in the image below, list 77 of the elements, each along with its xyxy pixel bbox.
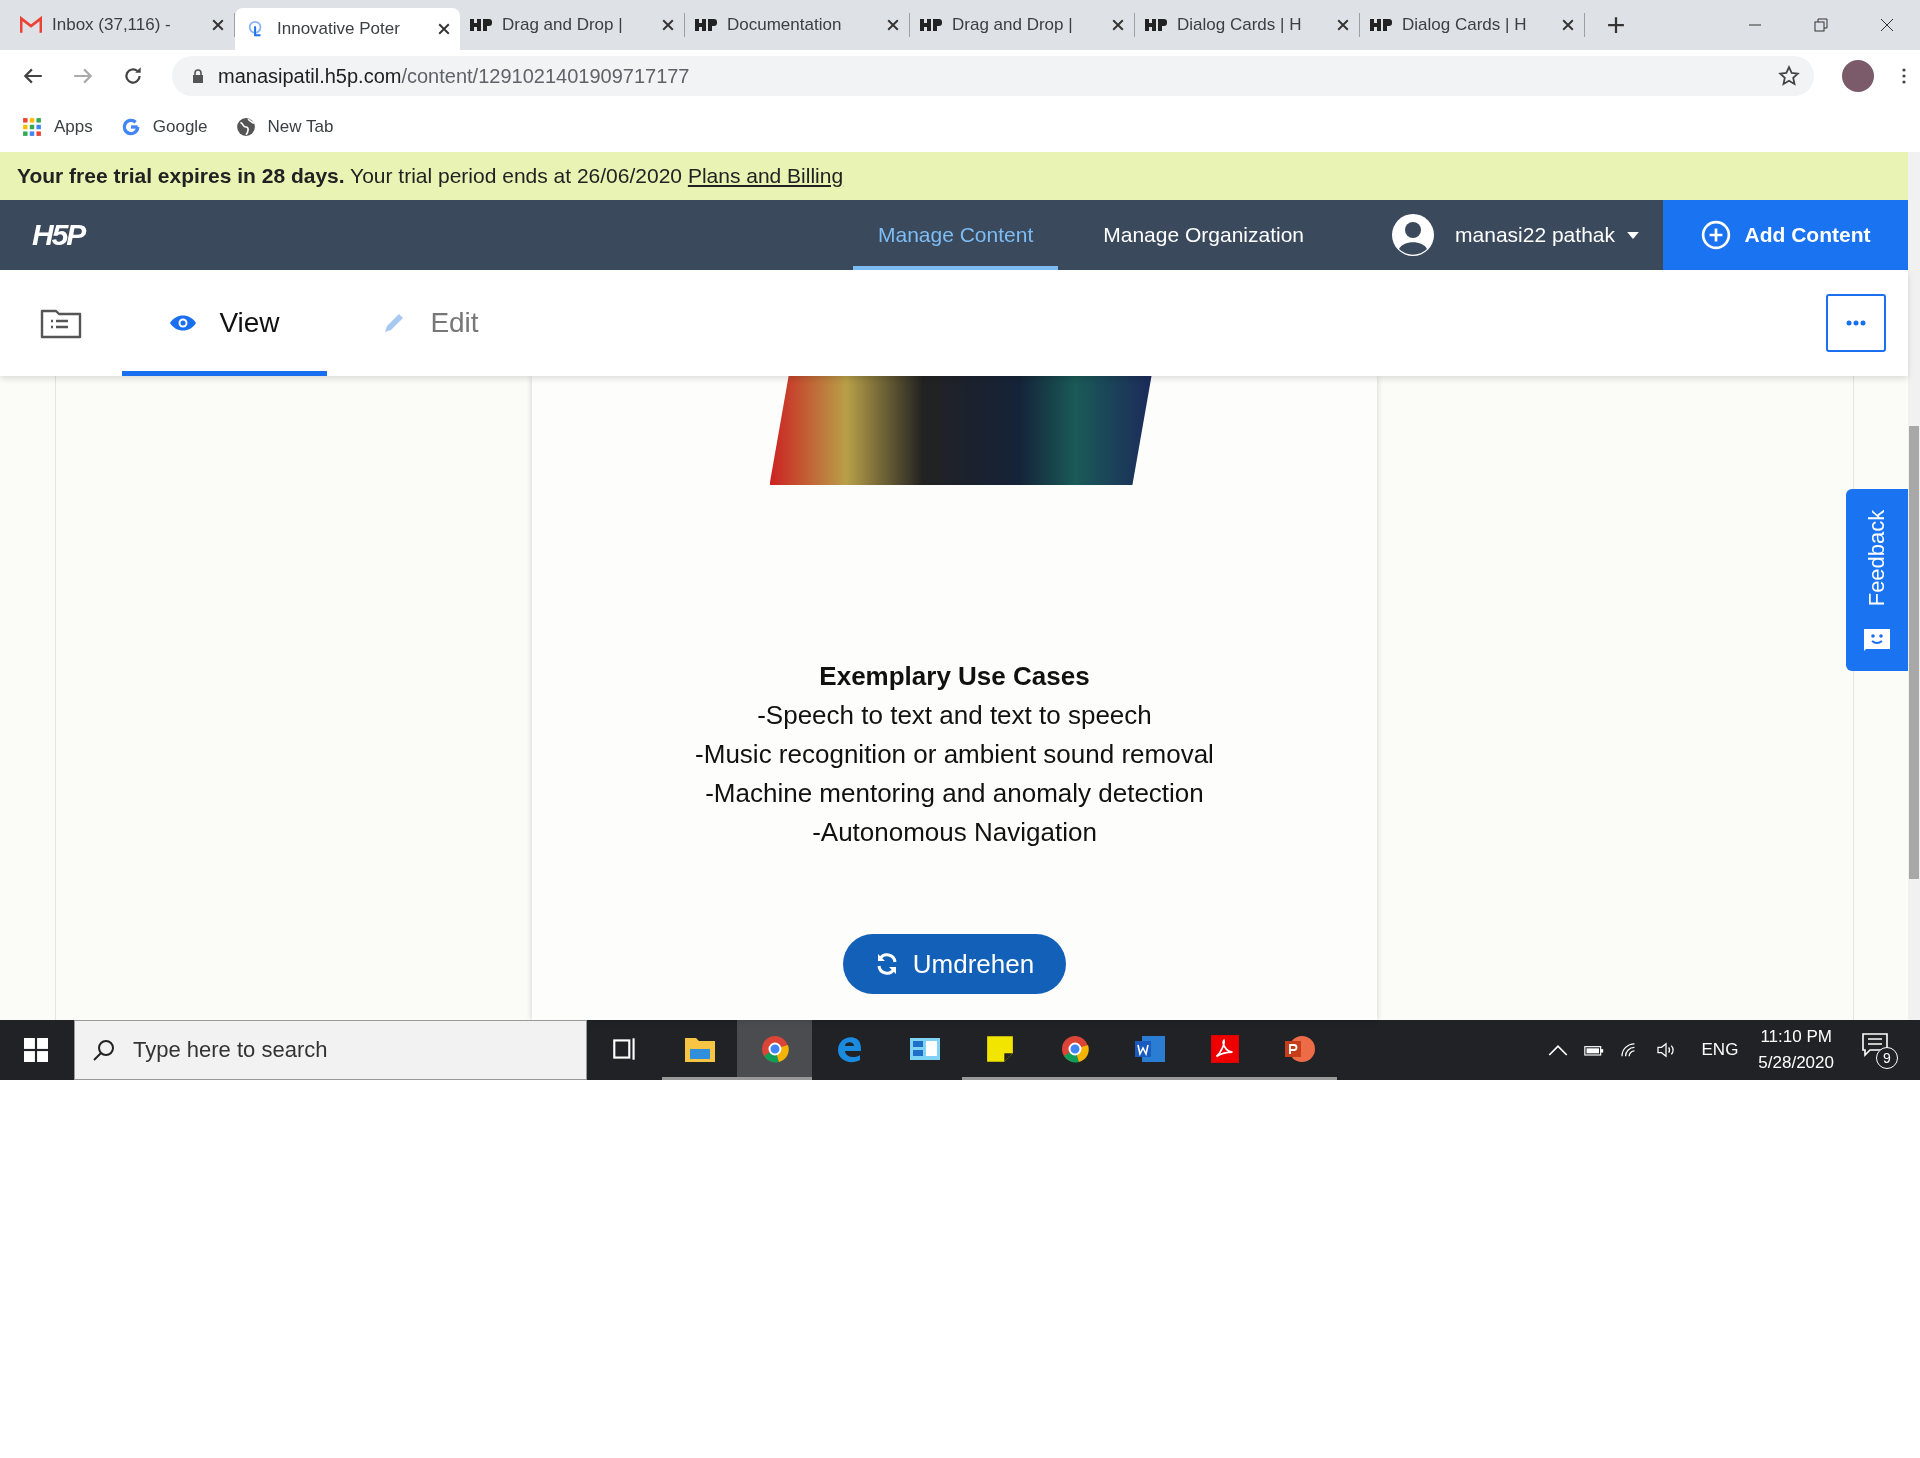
reload-icon[interactable]	[122, 65, 144, 87]
card-heading: Exemplary Use Cases	[819, 660, 1090, 693]
address-bar[interactable]: manasipatil.h5p.com/content/1291021401909717177	[172, 56, 1814, 96]
add-content-button[interactable]: Add Content	[1663, 200, 1908, 270]
search-icon	[92, 1038, 116, 1062]
scrollbar[interactable]	[1908, 152, 1920, 1020]
browser-tab[interactable]: Drag and Drop |	[460, 13, 685, 37]
tab-title: Innovative Poter	[277, 19, 401, 39]
logo-icon	[1145, 16, 1167, 34]
speaker-icon[interactable]	[1655, 1042, 1676, 1058]
logo-icon	[695, 16, 717, 34]
language-indicator[interactable]: ENG	[1701, 1040, 1739, 1060]
close-icon[interactable]	[662, 19, 674, 31]
lock-icon	[192, 69, 204, 83]
apps-grid-icon	[22, 117, 42, 137]
profile-avatar[interactable]	[1842, 60, 1874, 92]
plus-circle-icon	[1700, 220, 1731, 250]
url-text: manasipatil.h5p.com/content/1291021401909717177	[218, 64, 690, 88]
browser-tab[interactable]: Inbox (37,116) -	[10, 13, 235, 37]
nav-link[interactable]: Manage Organization	[1078, 200, 1330, 270]
presentation-icon	[1283, 1033, 1316, 1064]
logo-icon	[470, 16, 492, 34]
logo-icon	[1370, 16, 1392, 34]
billing-link[interactable]: Plans and Billing	[687, 164, 844, 187]
close-icon[interactable]	[1337, 19, 1349, 31]
envelope-icon	[20, 16, 42, 34]
browser-tab[interactable]: Drag and Drop |	[910, 13, 1135, 37]
ellipsis-icon	[1846, 320, 1866, 326]
notification-count: 9	[1876, 1047, 1898, 1069]
scroll-thumb[interactable]	[1909, 426, 1919, 879]
globe-icon	[235, 117, 256, 137]
h5p-logo[interactable]: H5P	[32, 218, 85, 252]
pdf-icon	[1208, 1033, 1241, 1064]
tab-title: Documentation	[727, 15, 843, 35]
g-logo-icon	[120, 117, 141, 137]
use-case-text: -Autonomous Navigation	[812, 816, 1097, 849]
user-avatar-icon	[1391, 213, 1436, 257]
close-icon[interactable]	[438, 23, 450, 35]
use-case-text: -Machine mentoring and anomaly detection	[705, 777, 1204, 810]
flip-button[interactable]: Umdrehen	[842, 934, 1067, 994]
notifications-button[interactable]: 9	[1862, 1033, 1896, 1067]
folder-list-icon[interactable]	[40, 307, 82, 339]
close-icon[interactable]	[212, 19, 224, 31]
browser-tab[interactable]: Innovative Poter	[235, 8, 460, 50]
close-icon[interactable]	[1112, 19, 1124, 31]
browser-tab[interactable]: Documentation	[685, 13, 910, 37]
bookmark[interactable]: New Tab	[235, 117, 334, 137]
tab-title: Inbox (37,116) -	[52, 15, 172, 35]
taskbar-search-field[interactable]: Type here to search	[74, 1020, 587, 1080]
close-icon[interactable]	[887, 19, 899, 31]
clock[interactable]: 11:10 PM 5/28/2020	[1758, 1024, 1834, 1076]
tab-title: Drag and Drop |	[502, 15, 624, 35]
star-icon[interactable]	[1778, 65, 1800, 87]
browser-tab[interactable]: Dialog Cards | H	[1360, 13, 1585, 37]
new-tab-icon[interactable]	[1607, 16, 1625, 34]
smiley-chat-icon	[1862, 627, 1892, 651]
bookmark[interactable]: Apps	[22, 117, 93, 137]
tab-title: Dialog Cards | H	[1177, 15, 1303, 35]
tab-title: Drag and Drop |	[952, 15, 1074, 35]
windows-start-icon[interactable]	[24, 1038, 48, 1062]
use-case-text: -Music recognition or ambient sound removal	[695, 738, 1214, 771]
trial-notice: Your free trial expires in 28 days. Your trial period ends at 26/06/2020 Plans and Billing	[17, 164, 844, 188]
menu-icon[interactable]	[1902, 67, 1906, 85]
user-menu[interactable]: manasi22 pathak	[1449, 215, 1645, 255]
caret-icon	[1627, 231, 1639, 239]
more-options-button[interactable]	[1826, 294, 1886, 352]
tab-title: Dialog Cards | H	[1402, 15, 1528, 35]
mode-tab[interactable]: Edit	[327, 270, 532, 376]
document-icon	[1133, 1033, 1166, 1064]
bookmark[interactable]: Google	[120, 117, 208, 137]
close-icon[interactable]	[1562, 19, 1574, 31]
feedback-tab[interactable]: Feedback	[1846, 489, 1908, 671]
close-icon[interactable]	[1880, 18, 1894, 32]
logo-icon	[920, 16, 942, 34]
restore-icon[interactable]	[1814, 18, 1828, 32]
use-case-text: -Speech to text and text to speech	[757, 699, 1152, 732]
browser-tab[interactable]: Dialog Cards | H	[1135, 13, 1360, 37]
